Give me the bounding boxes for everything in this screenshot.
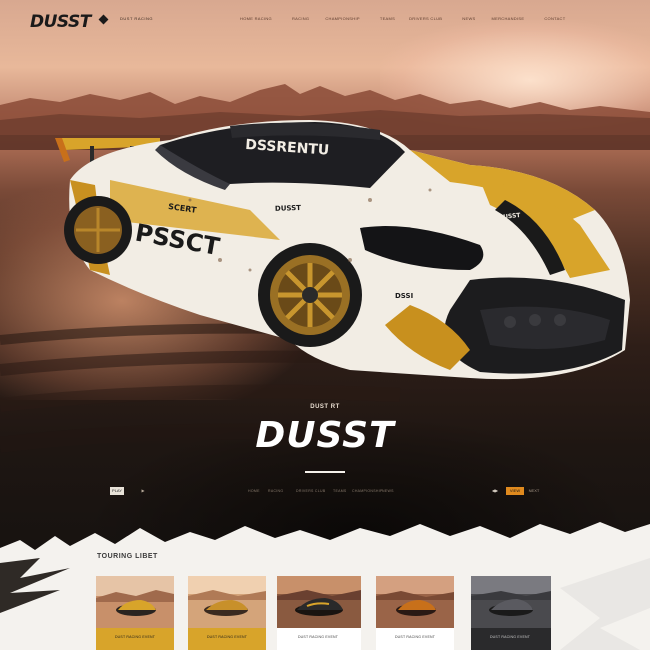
card-caption: DUST RACING EVENT (188, 628, 266, 650)
nav-link-news[interactable]: NEWS (462, 16, 475, 21)
event-card[interactable]: DUST RACING EVENT (376, 576, 454, 650)
card-image (188, 576, 266, 628)
play-button[interactable]: PLAY (110, 487, 124, 495)
diamond-icon (98, 14, 109, 25)
nav-link-merchandise[interactable]: MERCHANDISE (491, 16, 524, 21)
prev-icon[interactable]: ◀▶ (490, 487, 500, 495)
card-caption: DUST RACING EVENT (277, 628, 361, 650)
event-card[interactable]: DUST RACING EVENT (277, 576, 361, 650)
card-title: DUST RACING EVENT (206, 635, 248, 639)
event-card[interactable]: DUST RACING EVENT (96, 576, 174, 650)
card-image (277, 576, 361, 628)
share-icon[interactable]: ▶ (139, 487, 147, 495)
control-link-racing[interactable]: RACING (268, 489, 283, 493)
top-navigation: DUSST DUST RACING HOME RACING RACING CHA… (0, 0, 650, 40)
control-link-drivers-club[interactable]: DRIVERS CLUB (296, 489, 325, 493)
front-badge: DSSI (395, 292, 413, 300)
card-image (96, 576, 174, 628)
nav-tagline: DUST RACING (120, 16, 153, 21)
race-car-illustration: DSSRENTU PSSCT SCERT DUSST DUSST DSSI (55, 120, 630, 380)
nav-link-championship[interactable]: CHAMPIONSHIP (325, 16, 360, 21)
card-title: DUST RACING EVENT (394, 635, 436, 639)
nav-link-racing[interactable]: RACING (292, 16, 309, 21)
card-image (376, 576, 454, 628)
nav-link-teams[interactable]: TEAMS (380, 16, 395, 21)
section-title: TOURING LIBET (97, 553, 158, 560)
control-link-championship[interactable]: CHAMPIONSHIP (352, 489, 383, 493)
nav-link-drivers-club[interactable]: DRIVERS CLUB (409, 16, 442, 21)
nav-link-home-racing[interactable]: HOME RACING (240, 16, 272, 21)
hero-divider (305, 471, 345, 473)
control-link-news[interactable]: NEWS (382, 489, 394, 493)
card-title: DUST RACING EVENT (297, 635, 339, 639)
event-card-list: DUST RACING EVENT DUST RACING EVENT DUST… (96, 576, 556, 650)
sponsor-decal: DUSST (275, 204, 302, 213)
card-image (471, 576, 551, 628)
card-caption: DUST RACING EVENT (376, 628, 454, 650)
card-caption: DUST RACING EVENT (471, 628, 551, 650)
event-card[interactable]: DUST RACING EVENT (471, 576, 551, 650)
brand-logo[interactable]: DUSST (30, 12, 91, 32)
hero-title: DUSST (255, 415, 395, 456)
card-title: DUST RACING EVENT (489, 635, 531, 639)
nav-link-contact[interactable]: CONTACT (544, 16, 565, 21)
control-link-teams[interactable]: TEAMS (333, 489, 347, 493)
hero-kicker: DUST RT (310, 404, 340, 410)
next-link[interactable]: NEXT (528, 487, 540, 495)
event-card[interactable]: DUST RACING EVENT (188, 576, 266, 650)
nav-links: HOME RACING RACING CHAMPIONSHIP TEAMS DR… (240, 16, 565, 21)
control-link-home[interactable]: HOME (248, 489, 260, 493)
hero-section: DSSRENTU PSSCT SCERT DUSST DUSST DSSI DU… (0, 0, 650, 560)
view-button[interactable]: VIEW (506, 487, 524, 495)
card-caption: DUST RACING EVENT (96, 628, 174, 650)
hero-controls: PLAY ▶ HOME RACING DRIVERS CLUB TEAMS CH… (0, 487, 650, 497)
card-title: DUST RACING EVENT (114, 635, 156, 639)
